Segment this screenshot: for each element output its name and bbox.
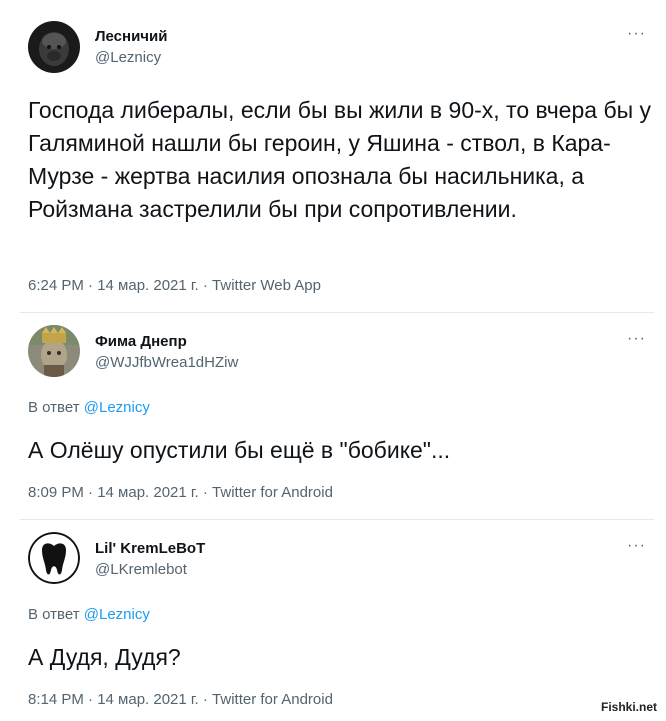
author-handle[interactable]: @LKremlebot [95,561,187,578]
more-options-icon[interactable]: ··· [627,537,646,555]
tweet-2[interactable]: Фима Днепр @WJJfbWrea1dHZiw ··· В ответ … [0,313,666,518]
author-name[interactable]: Lil' KremLeBoT [95,540,205,557]
tweet-3[interactable]: Lil' KremLeBoT @LKremlebot ··· В ответ @… [0,520,666,721]
author-handle[interactable]: @WJJfbWrea1dHZiw [95,354,238,371]
author-name[interactable]: Лесничий [95,28,167,45]
tweet-meta[interactable]: 8:14 PM · 14 мар. 2021 г. · Twitter for … [28,691,333,708]
more-options-icon[interactable]: ··· [627,25,646,43]
author-handle[interactable]: @Leznicy [95,49,161,66]
tweet-meta[interactable]: 6:24 PM · 14 мар. 2021 г. · Twitter Web … [28,277,321,294]
author-name[interactable]: Фима Днепр [95,333,187,350]
reply-mention-link[interactable]: @Leznicy [84,606,150,623]
avatar[interactable] [28,21,80,73]
avatar[interactable] [28,325,80,377]
tweet-text: Господа либералы, если бы вы жили в 90-х… [28,97,652,222]
tweet-1[interactable]: Лесничий @Leznicy ··· Господа либералы, … [0,0,666,312]
reply-prefix: В ответ [28,606,84,623]
reply-mention-link[interactable]: @Leznicy [84,399,150,416]
avatar[interactable] [28,532,80,584]
tweet-meta[interactable]: 8:09 PM · 14 мар. 2021 г. · Twitter for … [28,484,333,501]
tweet-text: А Дудя, Дудя? [28,644,181,670]
tweet-text: А Олёшу опустили бы ещё в "бобике"... [28,437,451,463]
reply-context: В ответ @Leznicy [28,606,150,623]
reply-context: В ответ @Leznicy [28,399,150,416]
reply-prefix: В ответ [28,399,84,416]
watermark: Fishki.net [597,699,660,715]
more-options-icon[interactable]: ··· [627,330,646,348]
